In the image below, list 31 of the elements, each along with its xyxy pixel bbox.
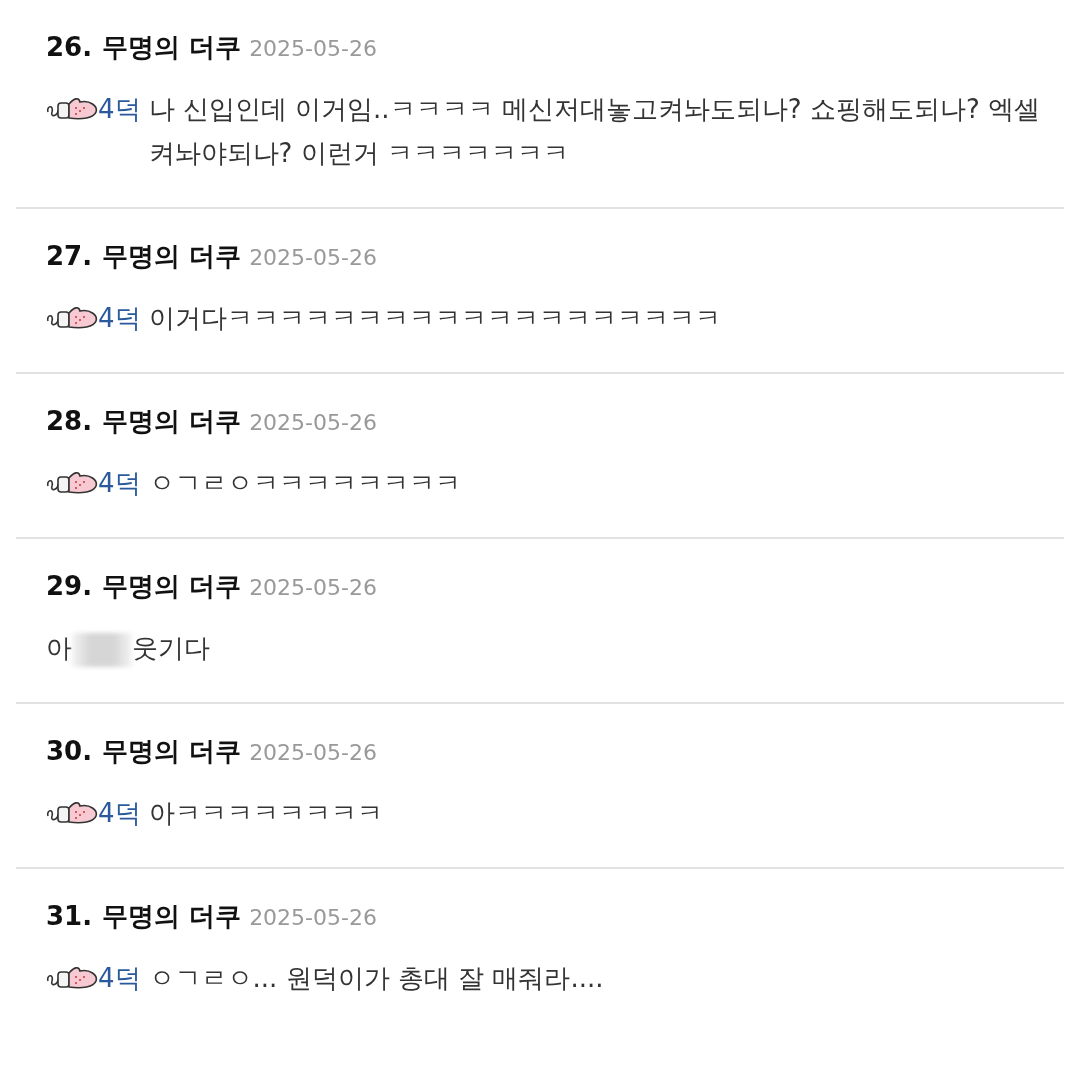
author-name: 무명의 더쿠 <box>102 240 242 273</box>
comment-date: 2025-05-26 <box>249 36 377 61</box>
comment-number: 26. <box>46 32 93 62</box>
author-name: 무명의 더쿠 <box>102 405 242 438</box>
comment-date: 2025-05-26 <box>249 245 377 270</box>
censor-blur <box>72 633 132 667</box>
comment-date: 2025-05-26 <box>249 740 377 765</box>
comment-number: 27. <box>46 241 93 271</box>
author-name: 무명의 더쿠 <box>102 570 242 603</box>
comment-number: 30. <box>46 736 93 766</box>
comment-text: 아 <box>46 632 72 665</box>
reply-mention[interactable]: 4덕 <box>98 87 141 131</box>
comment-text: ㅇㄱㄹㅇㅋㅋㅋㅋㅋㅋㅋㅋ <box>148 467 461 500</box>
comment-text: 웃기다 <box>132 632 210 665</box>
comment-date: 2025-05-26 <box>249 575 377 600</box>
reply-mention[interactable]: 4덕 <box>98 791 141 835</box>
comment-number: 29. <box>46 571 93 601</box>
comment-number: 31. <box>46 901 93 931</box>
author-name: 무명의 더쿠 <box>102 735 242 768</box>
author-name: 무명의 더쿠 <box>102 31 242 64</box>
reply-mention[interactable]: 4덕 <box>98 296 141 340</box>
comment-text: 아ㅋㅋㅋㅋㅋㅋㅋㅋ <box>148 797 383 830</box>
comment-date: 2025-05-26 <box>249 905 377 930</box>
comment-text: 이거다ㅋㅋㅋㅋㅋㅋㅋㅋㅋㅋㅋㅋㅋㅋㅋㅋㅋㅋㅋ <box>148 302 721 335</box>
comment-text: 나 신입인데 이거임..ㅋㅋㅋㅋ 메신저대놓고켜놔도되나? 쇼핑해도되나? 엑셀켜놔야되나? 이런거 ㅋㅋㅋㅋㅋㅋㅋ <box>148 93 1041 170</box>
reply-mention[interactable]: 4덕 <box>98 956 141 1000</box>
author-name: 무명의 더쿠 <box>102 900 242 933</box>
comment-text: ㅇㄱㄹㅇ... 원덕이가 총대 잘 매줘라.... <box>148 962 604 995</box>
reply-mention[interactable]: 4덕 <box>98 461 141 505</box>
comment-number: 28. <box>46 406 93 436</box>
comment-date: 2025-05-26 <box>249 410 377 435</box>
